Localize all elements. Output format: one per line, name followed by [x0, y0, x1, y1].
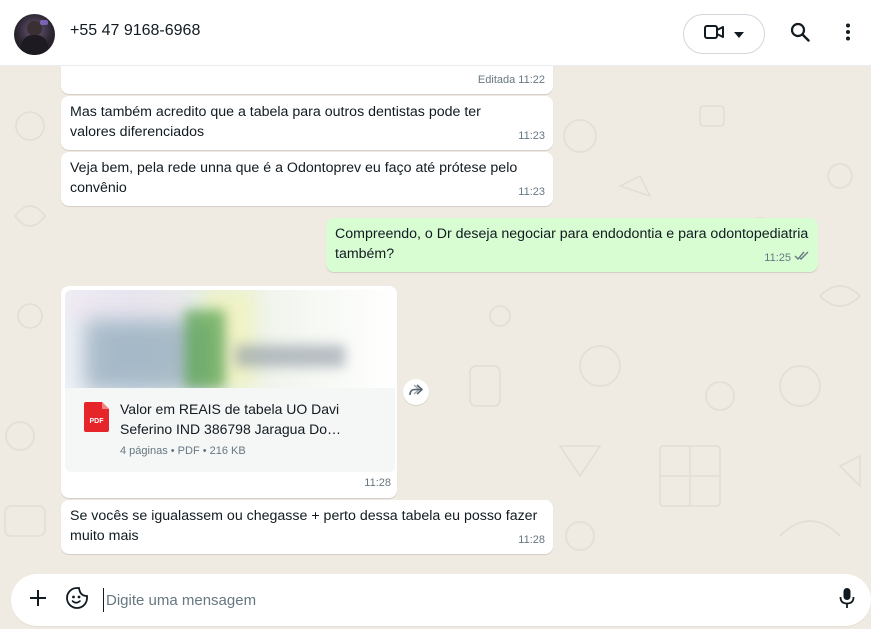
- double-check-icon: [794, 248, 810, 268]
- more-vert-icon: [845, 23, 851, 46]
- contact-name[interactable]: +55 47 9168-6968: [70, 22, 200, 40]
- message-time: 11:28: [364, 477, 391, 489]
- search-button[interactable]: [786, 20, 814, 48]
- message-time: 11:25: [764, 252, 791, 264]
- message-meta: 11:23: [518, 126, 545, 146]
- forward-icon: [408, 383, 424, 401]
- video-call-button[interactable]: [683, 14, 765, 54]
- avatar[interactable]: [14, 14, 55, 55]
- message-bubble-document[interactable]: PDF Valor em REAIS de tabela UO Davi Sef…: [61, 286, 397, 498]
- message-time: 11:23: [518, 186, 545, 198]
- chat-header: +55 47 9168-6968: [0, 0, 871, 66]
- message-list[interactable]: Editada 11:22 Mas também acredito que a …: [0, 66, 871, 574]
- message-text: Compreendo, o Dr deseja negociar para en…: [335, 226, 809, 262]
- message-composer: [0, 574, 871, 629]
- attach-button[interactable]: [24, 586, 52, 614]
- sticker-icon: [66, 586, 88, 614]
- plus-icon: [29, 589, 47, 612]
- pdf-file-icon: PDF: [84, 402, 109, 432]
- document-preview-thumbnail[interactable]: [65, 290, 395, 388]
- message-bubble-incoming[interactable]: Se vocês se igualassem ou chegasse + per…: [61, 500, 553, 554]
- message-meta: 11:28: [364, 473, 391, 493]
- message-bubble-outgoing[interactable]: Compreendo, o Dr deseja negociar para en…: [326, 218, 818, 272]
- document-card[interactable]: PDF Valor em REAIS de tabela UO Davi Sef…: [65, 388, 395, 472]
- message-bubble-incoming[interactable]: Mas também acredito que a tabela para ou…: [61, 96, 553, 150]
- message-text: Mas também acredito que a tabela para ou…: [70, 104, 481, 140]
- message-time: 11:28: [518, 534, 545, 546]
- message-meta: 11:23: [518, 182, 545, 202]
- menu-button[interactable]: [836, 20, 860, 48]
- document-name: Valor em REAIS de tabela UO Davi Seferin…: [120, 401, 342, 437]
- chevron-down-icon: [734, 25, 744, 43]
- forward-button[interactable]: [403, 379, 429, 405]
- svg-text:PDF: PDF: [90, 418, 105, 425]
- message-meta: Editada 11:22: [478, 70, 545, 90]
- message-bubble-incoming[interactable]: Editada 11:22: [61, 66, 553, 94]
- voice-message-button[interactable]: [835, 586, 859, 614]
- video-call-icon: [704, 24, 724, 45]
- message-text: Veja bem, pela rede unna que é a Odontop…: [70, 160, 518, 196]
- search-icon: [790, 22, 810, 47]
- message-input[interactable]: [103, 588, 803, 612]
- document-info: 4 páginas • PDF • 216 KB: [120, 445, 246, 457]
- message-meta: 11:28: [518, 530, 545, 550]
- message-bubble-incoming[interactable]: Veja bem, pela rede unna que é a Odontop…: [61, 152, 553, 206]
- message-time: 11:23: [518, 130, 545, 142]
- emoji-sticker-button[interactable]: [63, 586, 91, 614]
- message-time: Editada 11:22: [477, 74, 545, 86]
- message-meta: 11:25: [764, 248, 810, 268]
- microphone-icon: [839, 587, 855, 614]
- message-text: Se vocês se igualassem ou chegasse + per…: [70, 508, 538, 544]
